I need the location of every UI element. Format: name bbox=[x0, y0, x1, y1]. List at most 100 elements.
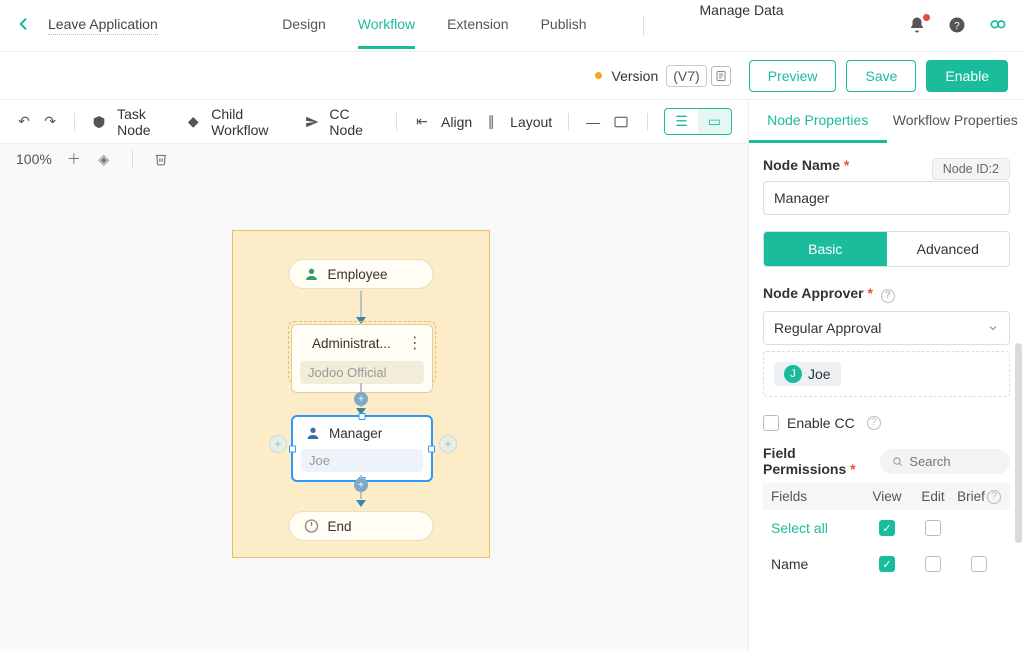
layout-icon: ∥ bbox=[482, 113, 500, 131]
zoom-in-icon[interactable]: ＋ bbox=[66, 151, 82, 167]
scrollbar[interactable] bbox=[1015, 343, 1022, 543]
log-icon[interactable] bbox=[711, 66, 731, 86]
svg-text:?: ? bbox=[954, 20, 960, 31]
minus-icon[interactable]: — bbox=[585, 113, 601, 131]
help-icon[interactable]: ? bbox=[948, 16, 968, 36]
tab-extension[interactable]: Extension bbox=[447, 2, 508, 49]
view-checkbox[interactable] bbox=[879, 556, 895, 572]
edit-checkbox[interactable] bbox=[925, 520, 941, 536]
tab-workflow-properties[interactable]: Workflow Properties bbox=[887, 100, 1024, 143]
tab-design[interactable]: Design bbox=[282, 2, 326, 49]
tab-advanced[interactable]: Advanced bbox=[887, 232, 1010, 266]
trash-icon[interactable] bbox=[153, 151, 169, 167]
divider bbox=[647, 113, 648, 131]
select-all-link[interactable]: Select all bbox=[771, 520, 864, 536]
divider bbox=[132, 150, 133, 168]
edit-checkbox[interactable] bbox=[925, 556, 941, 572]
chevron-down-icon bbox=[987, 322, 999, 334]
enable-cc-label: Enable CC bbox=[787, 415, 855, 431]
tab-basic[interactable]: Basic bbox=[764, 232, 887, 266]
search-icon bbox=[892, 455, 903, 468]
node-id-badge: Node ID:2 bbox=[932, 158, 1010, 180]
view-card-toggle[interactable]: ▭ bbox=[698, 109, 731, 134]
help-icon[interactable]: ? bbox=[987, 490, 1001, 504]
locate-icon[interactable]: ◈ bbox=[96, 151, 112, 167]
zoom-level[interactable]: 100% bbox=[16, 151, 52, 167]
cc-node-icon bbox=[304, 113, 320, 131]
add-task-node[interactable]: Task Node bbox=[91, 106, 175, 138]
page-title[interactable]: Leave Application bbox=[48, 16, 158, 35]
version-label: Version bbox=[612, 68, 659, 84]
app-launcher-icon[interactable] bbox=[988, 16, 1008, 36]
divider bbox=[568, 113, 569, 131]
workflow-canvas[interactable]: Employee Administrat... ⋮ Jodoo Official… bbox=[232, 230, 490, 558]
view-checkbox[interactable] bbox=[879, 520, 895, 536]
node-approver-label: Node Approver * ? bbox=[763, 285, 1010, 303]
tab-node-properties[interactable]: Node Properties bbox=[749, 100, 887, 143]
divider bbox=[643, 16, 644, 36]
layout-button[interactable]: ∥ Layout bbox=[482, 113, 552, 131]
version-status-dot bbox=[595, 72, 602, 79]
add-cc-node[interactable]: CC Node bbox=[304, 106, 381, 138]
field-row: Name bbox=[763, 546, 1010, 582]
manage-data-link[interactable]: Manage Data bbox=[700, 2, 784, 49]
node-manager[interactable]: Manager Joe bbox=[291, 415, 433, 482]
layout-label: Layout bbox=[510, 114, 552, 130]
add-branch-right-icon[interactable]: + bbox=[439, 435, 457, 453]
notification-dot bbox=[923, 14, 930, 21]
divider bbox=[74, 113, 75, 131]
node-name-input[interactable] bbox=[763, 181, 1010, 215]
field-permissions-header: Fields View Edit Brief? bbox=[763, 483, 1010, 510]
node-end-label: End bbox=[328, 519, 352, 534]
add-branch-left-icon[interactable]: + bbox=[269, 435, 287, 453]
node-administrator[interactable]: Administrat... ⋮ Jodoo Official bbox=[291, 324, 433, 393]
align-icon: ⇤ bbox=[413, 113, 431, 131]
divider bbox=[396, 113, 397, 131]
node-start-label: Employee bbox=[328, 267, 388, 282]
enable-button[interactable]: Enable bbox=[926, 60, 1008, 92]
child-workflow-label: Child Workflow bbox=[211, 106, 293, 138]
help-icon[interactable]: ? bbox=[867, 416, 881, 430]
bell-icon[interactable] bbox=[908, 16, 928, 36]
node-admin-assignee: Jodoo Official bbox=[300, 361, 424, 384]
undo-icon[interactable]: ↶ bbox=[16, 113, 32, 131]
field-row-select-all: Select all bbox=[763, 510, 1010, 546]
version-select[interactable]: (V7) bbox=[666, 65, 706, 87]
search-input[interactable] bbox=[909, 454, 998, 469]
add-child-workflow[interactable]: ◆ Child Workflow bbox=[185, 106, 293, 138]
avatar: J bbox=[784, 365, 802, 383]
approver-list[interactable]: J Joe bbox=[763, 351, 1010, 397]
brief-checkbox[interactable] bbox=[971, 556, 987, 572]
node-end[interactable]: End bbox=[289, 511, 434, 541]
save-button[interactable]: Save bbox=[846, 60, 916, 92]
align-button[interactable]: ⇤ Align bbox=[413, 113, 472, 131]
redo-icon[interactable]: ↷ bbox=[42, 113, 58, 131]
enable-cc-checkbox[interactable] bbox=[763, 415, 779, 431]
back-icon[interactable] bbox=[16, 16, 32, 35]
person-icon bbox=[304, 266, 320, 282]
approver-type-value: Regular Approval bbox=[774, 320, 881, 336]
field-name: Name bbox=[771, 556, 864, 572]
field-permissions-label: Field Permissions * bbox=[763, 445, 880, 477]
tab-workflow[interactable]: Workflow bbox=[358, 2, 415, 49]
approver-chip[interactable]: J Joe bbox=[774, 362, 841, 386]
align-label: Align bbox=[441, 114, 472, 130]
field-search[interactable] bbox=[880, 449, 1010, 474]
child-workflow-icon: ◆ bbox=[185, 113, 201, 131]
tab-publish[interactable]: Publish bbox=[541, 2, 587, 49]
fit-screen-icon[interactable] bbox=[611, 112, 631, 132]
approver-type-select[interactable]: Regular Approval bbox=[763, 311, 1010, 345]
node-admin-label: Administrat... bbox=[312, 336, 391, 351]
preview-button[interactable]: Preview bbox=[749, 60, 837, 92]
person-icon bbox=[305, 425, 321, 441]
cc-node-label: CC Node bbox=[329, 106, 380, 138]
more-icon[interactable]: ⋮ bbox=[407, 333, 423, 353]
help-icon[interactable]: ? bbox=[881, 289, 895, 303]
node-start[interactable]: Employee bbox=[289, 259, 434, 289]
power-icon bbox=[304, 518, 320, 534]
connector-add-icon[interactable]: + bbox=[354, 392, 368, 406]
view-list-toggle[interactable]: ☰ bbox=[665, 109, 698, 134]
task-node-icon bbox=[91, 113, 107, 131]
connector-add-icon[interactable]: + bbox=[354, 478, 368, 492]
task-node-label: Task Node bbox=[117, 106, 175, 138]
